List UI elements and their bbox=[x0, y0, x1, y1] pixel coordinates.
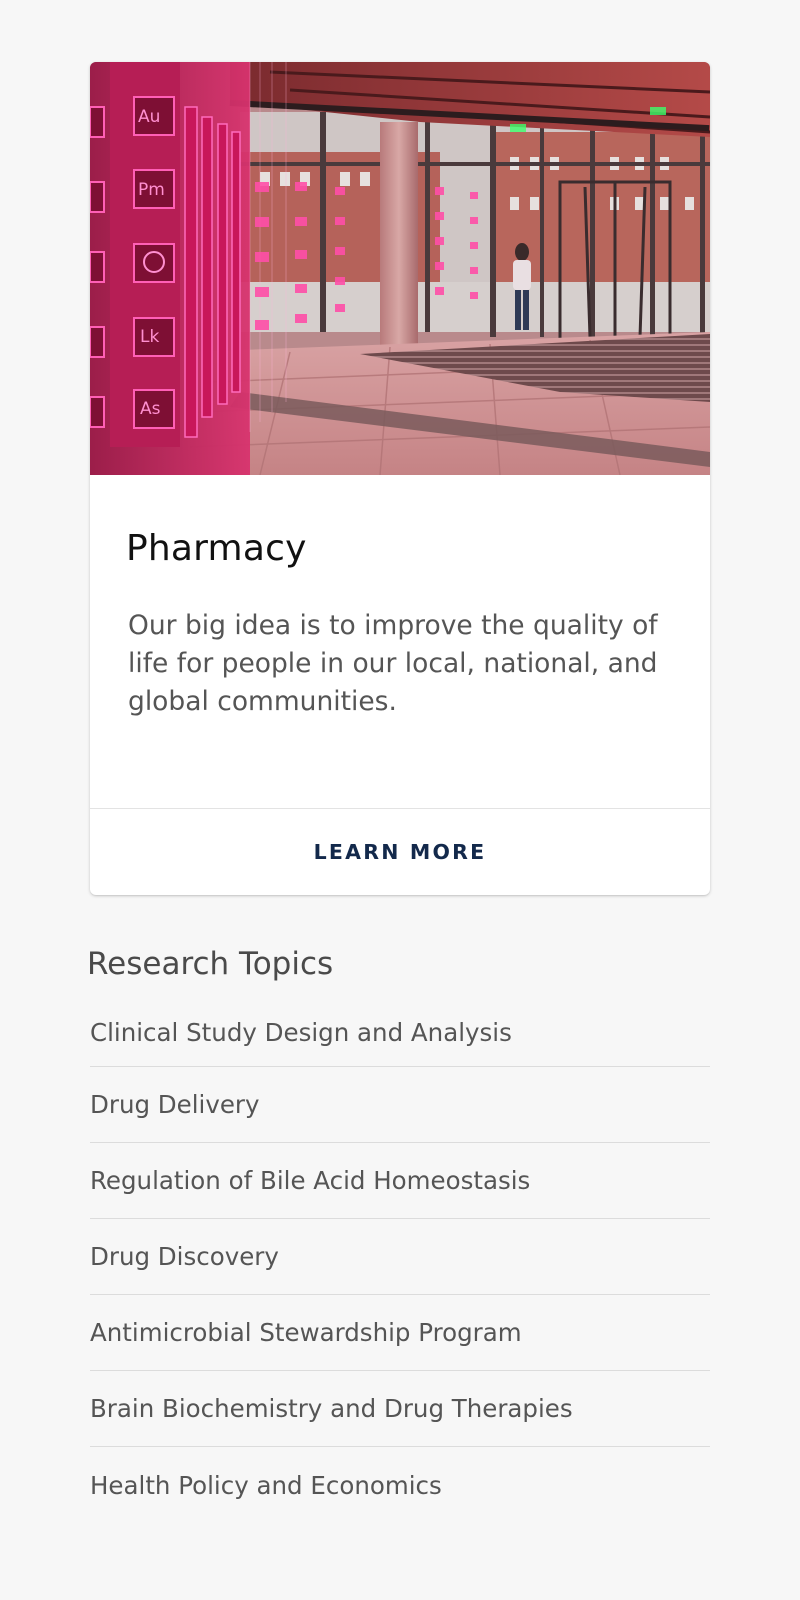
card-body: Pharmacy Our big idea is to improve the … bbox=[90, 475, 710, 808]
research-topics-list: Clinical Study Design and Analysis Drug … bbox=[90, 1004, 710, 1523]
topic-item-drug-discovery[interactable]: Drug Discovery bbox=[90, 1219, 710, 1296]
learn-more-link[interactable]: LEARN MORE bbox=[314, 840, 487, 864]
topic-item-drug-delivery[interactable]: Drug Delivery bbox=[90, 1067, 710, 1144]
neon-label-pm: Pm bbox=[138, 180, 165, 200]
topic-item-antimicrobial-stewardship[interactable]: Antimicrobial Stewardship Program bbox=[90, 1295, 710, 1372]
card-title: Pharmacy bbox=[126, 528, 307, 569]
topic-item-health-policy[interactable]: Health Policy and Economics bbox=[90, 1447, 710, 1523]
neon-label-au: Au bbox=[138, 107, 160, 127]
pharmacy-card: Au Pm Lk As Pharmacy Our big idea is to … bbox=[90, 62, 710, 895]
neon-label-lk: Lk bbox=[140, 327, 159, 347]
neon-label-as: As bbox=[140, 399, 161, 419]
research-topics-section: Research Topics Clinical Study Design an… bbox=[87, 946, 710, 1523]
card-footer: LEARN MORE bbox=[90, 808, 710, 895]
topic-item-bile-acid-homeostasis[interactable]: Regulation of Bile Acid Homeostasis bbox=[90, 1143, 710, 1220]
topic-item-brain-biochemistry[interactable]: Brain Biochemistry and Drug Therapies bbox=[90, 1371, 710, 1448]
research-topics-heading: Research Topics bbox=[87, 946, 334, 982]
pharmacy-lobby-image: Au Pm Lk As bbox=[90, 62, 710, 475]
topic-item-clinical-study-design[interactable]: Clinical Study Design and Analysis bbox=[90, 1004, 710, 1068]
card-description: Our big idea is to improve the quality o… bbox=[128, 610, 658, 718]
